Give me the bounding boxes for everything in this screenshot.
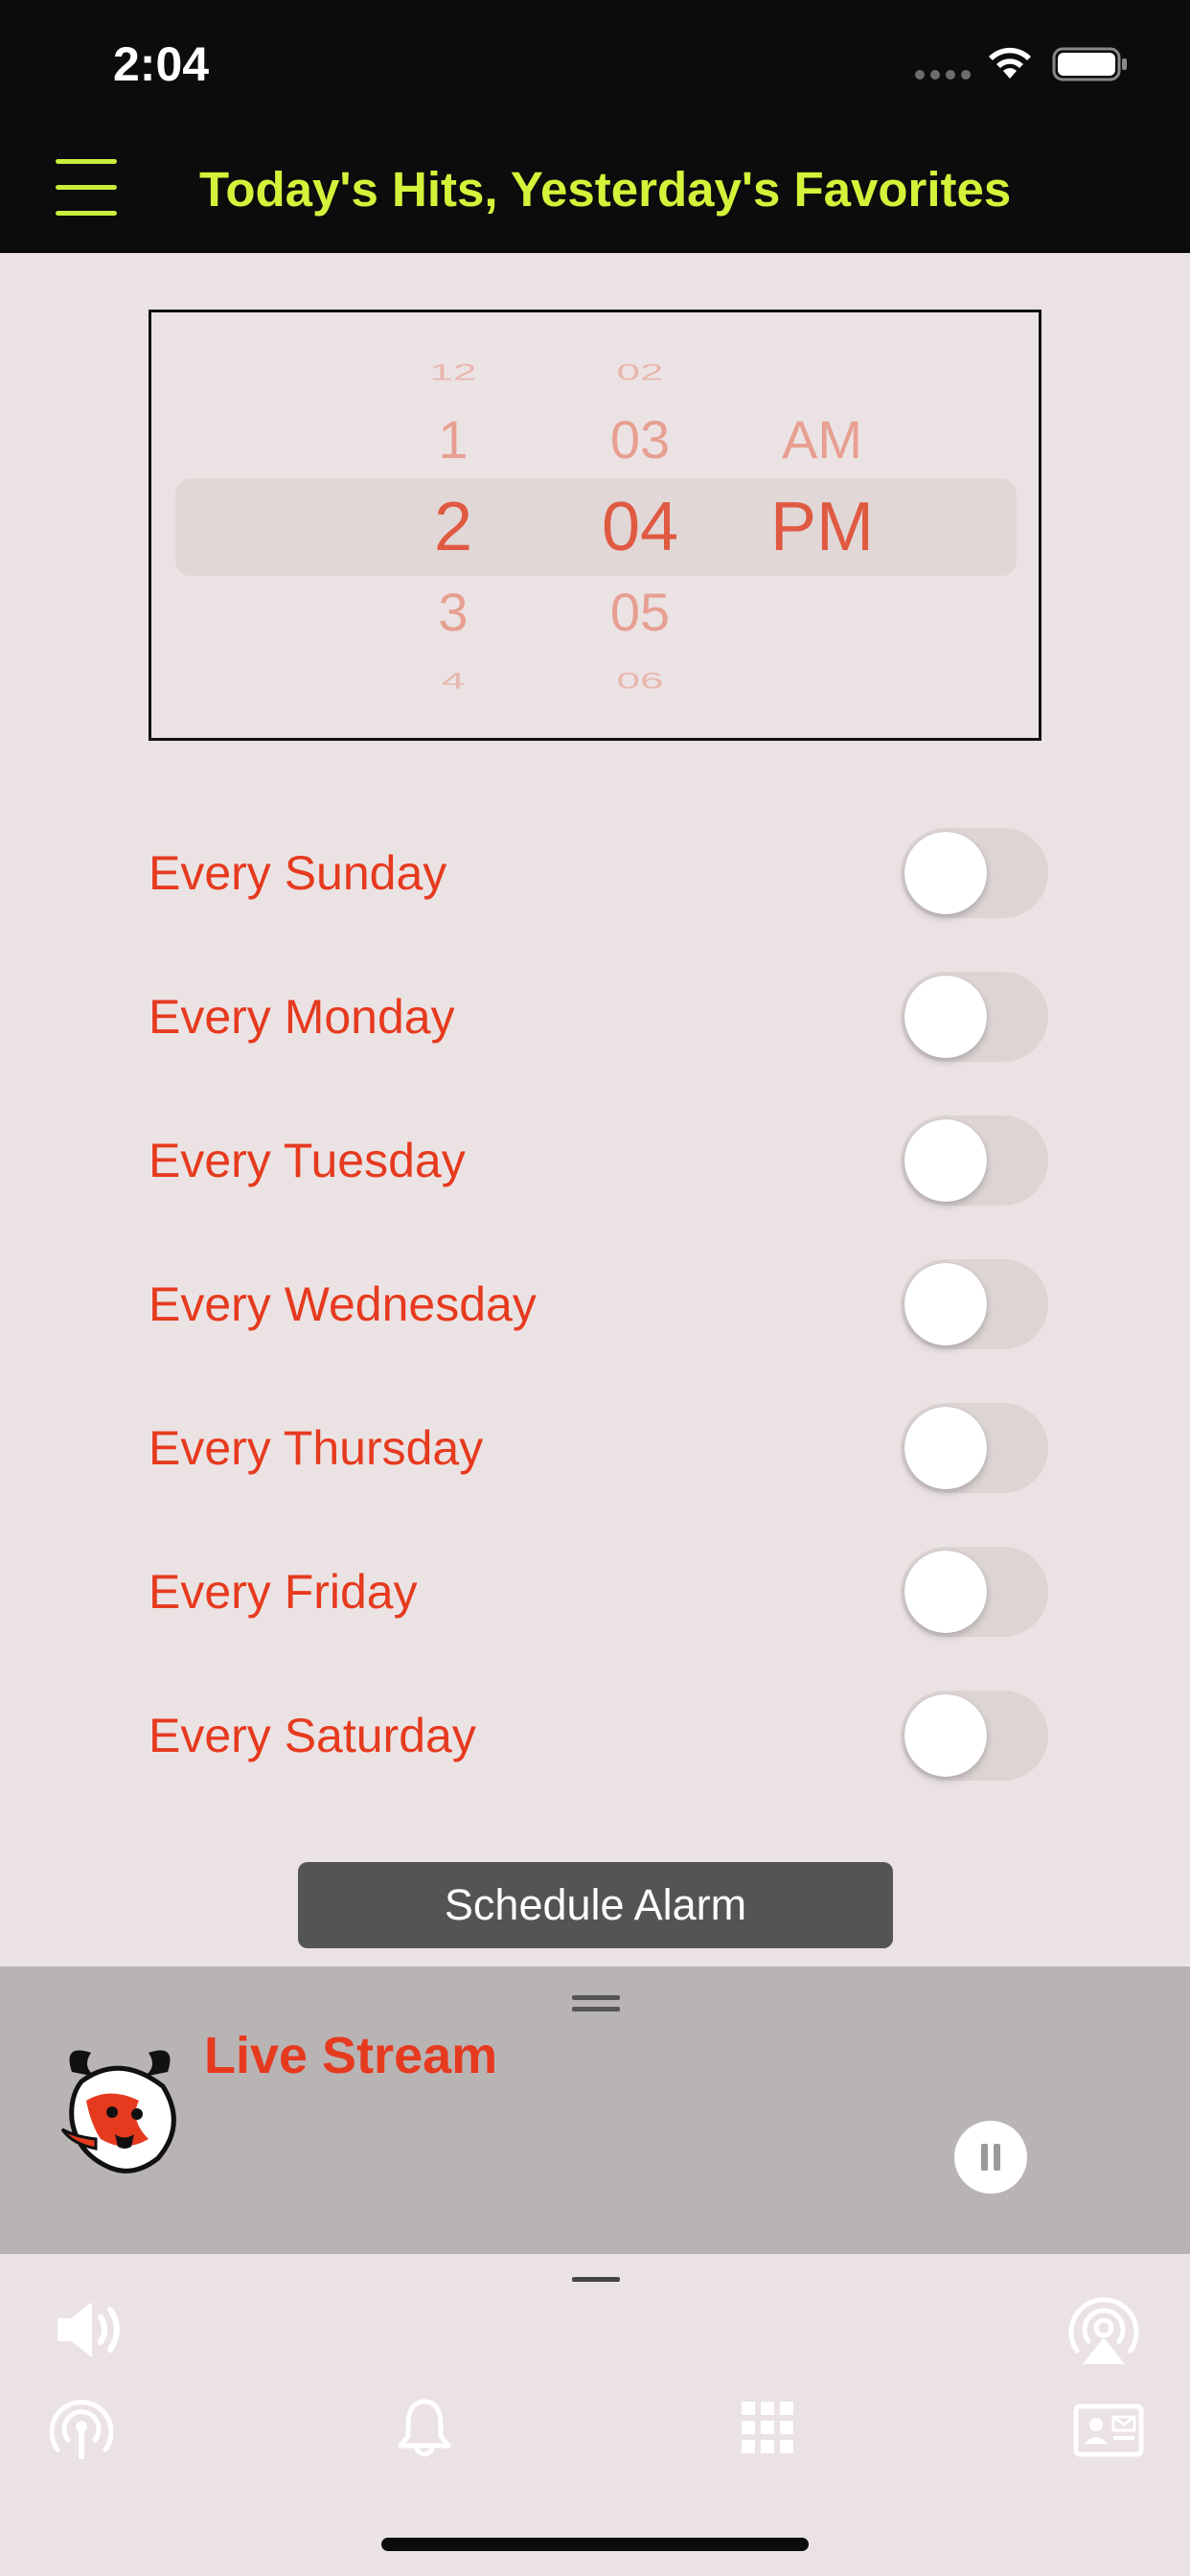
toggle-knob [904, 1694, 987, 1777]
toggle-knob [904, 832, 987, 914]
picker-hour-option[interactable]: 12 [362, 359, 544, 386]
day-label: Every Wednesday [149, 1277, 537, 1331]
day-label: Every Tuesday [149, 1134, 466, 1187]
day-row-tuesday: Every Tuesday [149, 1112, 1049, 1208]
picker-minute-option[interactable]: 02 [549, 359, 731, 386]
status-bar: 2:04 [0, 0, 1190, 132]
contact-card-icon[interactable] [1073, 2404, 1144, 2457]
now-playing-panel: Live Stream [0, 1966, 1190, 2254]
picker-period-option[interactable]: AM [731, 408, 913, 471]
thursday-toggle[interactable] [901, 1403, 1048, 1493]
picker-hour-option[interactable]: 3 [362, 581, 544, 643]
toggle-knob [904, 976, 987, 1058]
day-row-sunday: Every Sunday [149, 824, 1049, 920]
day-row-friday: Every Friday [149, 1543, 1049, 1639]
battery-icon [1052, 47, 1127, 81]
hamburger-menu-icon[interactable] [56, 159, 117, 222]
pause-button[interactable] [954, 2121, 1027, 2194]
app-header: Today's Hits, Yesterday's Favorites [0, 132, 1190, 253]
saturday-toggle[interactable] [901, 1690, 1048, 1781]
schedule-alarm-button[interactable]: Schedule Alarm [298, 1862, 893, 1948]
hour-wheel[interactable]: 12 1 2 3 4 [362, 312, 544, 738]
picker-hour-selected[interactable]: 2 [362, 488, 544, 566]
bell-icon[interactable] [397, 2398, 452, 2459]
page-title: Today's Hits, Yesterday's Favorites [199, 162, 1012, 217]
day-row-wednesday: Every Wednesday [149, 1255, 1049, 1351]
picker-minute-option[interactable]: 05 [549, 581, 731, 643]
status-time: 2:04 [113, 37, 210, 91]
day-row-thursday: Every Thursday [149, 1399, 1049, 1495]
picker-hour-option[interactable]: 1 [362, 408, 544, 471]
picker-hour-option[interactable]: 4 [362, 668, 544, 695]
day-label: Every Saturday [149, 1709, 476, 1762]
day-label: Every Monday [149, 990, 455, 1044]
toggle-knob [904, 1263, 987, 1346]
toggle-knob [904, 1407, 987, 1489]
grid-icon[interactable] [742, 2402, 793, 2453]
time-picker[interactable]: 12 1 2 3 4 02 03 04 05 06 AM PM [149, 310, 1041, 741]
picker-period-selected[interactable]: PM [731, 488, 913, 566]
station-name: Live Stream [204, 2027, 498, 2084]
sunday-toggle[interactable] [901, 828, 1048, 918]
day-label: Every Friday [149, 1565, 418, 1619]
toggle-knob [904, 1551, 987, 1633]
day-row-monday: Every Monday [149, 968, 1049, 1064]
airplay-icon[interactable] [1065, 2293, 1142, 2366]
day-row-saturday: Every Saturday [149, 1687, 1049, 1782]
picker-minute-option[interactable]: 03 [549, 408, 731, 471]
home-indicator[interactable] [381, 2538, 809, 2551]
pause-icon [981, 2144, 988, 2171]
cellular-signal-icon [915, 70, 971, 80]
day-label: Every Sunday [149, 846, 447, 900]
pause-icon [994, 2144, 1000, 2171]
period-wheel[interactable]: AM PM [731, 312, 913, 738]
picker-minute-option[interactable]: 06 [549, 668, 731, 695]
wifi-icon [989, 47, 1031, 79]
monday-toggle[interactable] [901, 972, 1048, 1062]
volume-icon[interactable] [53, 2298, 129, 2361]
station-logo [60, 2050, 176, 2174]
tuesday-toggle[interactable] [901, 1116, 1048, 1206]
minute-wheel[interactable]: 02 03 04 05 06 [549, 312, 731, 738]
toolbar-drag-handle[interactable] [572, 2277, 620, 2282]
podcast-icon[interactable] [50, 2398, 113, 2459]
wednesday-toggle[interactable] [901, 1259, 1048, 1349]
picker-minute-selected[interactable]: 04 [549, 488, 731, 566]
player-drag-handle[interactable] [572, 1995, 620, 2014]
toggle-knob [904, 1119, 987, 1202]
day-label: Every Thursday [149, 1421, 484, 1475]
friday-toggle[interactable] [901, 1547, 1048, 1637]
